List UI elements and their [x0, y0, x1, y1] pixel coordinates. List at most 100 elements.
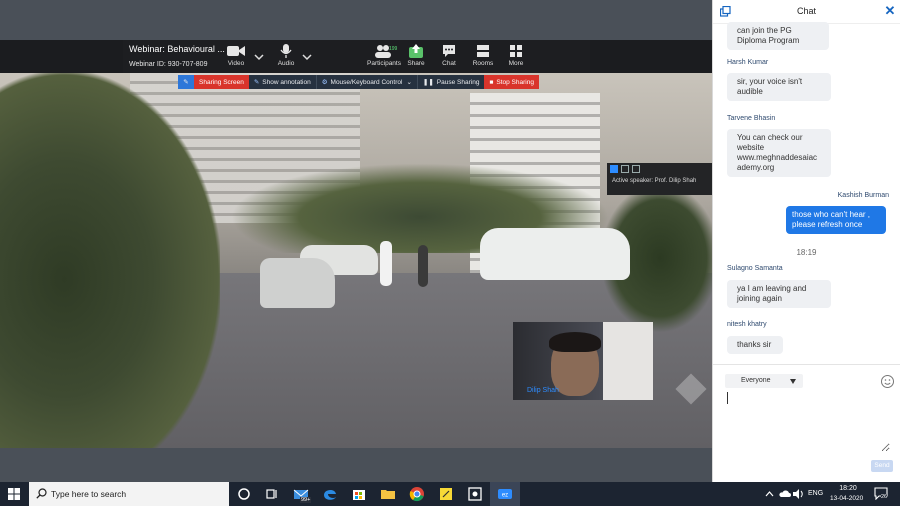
pedestrian [380, 241, 392, 286]
clock-date[interactable]: 13-04-2020 [830, 495, 863, 502]
chat-message-bubble: thanks sir [727, 336, 783, 354]
chat-message-bubble: sir, your voice isn't audible [727, 73, 831, 101]
chat-sender: Harsh Kumar [727, 59, 769, 66]
rooms-button[interactable]: Rooms [466, 44, 500, 67]
chat-message-line: please refresh once [792, 220, 863, 229]
pause-sharing-button[interactable]: ❚❚ Pause Sharing [416, 75, 485, 89]
trees-left [0, 73, 220, 448]
dropdown-arrow-icon [790, 379, 796, 384]
chat-sender: Kashish Burman [837, 192, 889, 199]
show-annotation-label: Show annotation [262, 78, 311, 86]
self-video-name: Dilip Shah [527, 387, 559, 394]
show-annotation-button[interactable]: ✎ Show annotation [249, 75, 316, 89]
chat-bubble-icon [443, 45, 455, 57]
gallery-view-icon[interactable] [632, 165, 640, 173]
close-icon[interactable]: ✕ [883, 4, 897, 18]
chevron-down-icon[interactable] [253, 51, 265, 63]
edge-browser-icon[interactable] [322, 486, 338, 502]
active-speaker-label: Active speaker: Prof. Dilip Shah [612, 178, 697, 184]
chat-message-line: ademy.org [737, 163, 775, 172]
file-explorer-icon[interactable] [380, 486, 396, 502]
send-button[interactable]: Send [871, 460, 893, 472]
speaker-view-icon[interactable] [621, 165, 629, 173]
pause-icon: ❚❚ [422, 79, 434, 86]
view-mode-icons [607, 163, 712, 175]
audio-label: Audio [277, 60, 295, 67]
zoom-app-icon[interactable]: ez [497, 486, 513, 502]
chat-message-line: sir, your voice isn't [737, 77, 803, 86]
sharing-screen-indicator[interactable]: Sharing Screen [194, 75, 249, 89]
chat-title: Chat [796, 6, 816, 16]
chevron-up-icon[interactable] [765, 490, 774, 498]
share-button[interactable]: Share [399, 44, 433, 67]
notification-count: 26 [881, 494, 888, 500]
emoji-icon[interactable] [881, 375, 894, 388]
chat-message-line: those who can't hear , [792, 210, 871, 219]
stop-icon: ■ [489, 78, 494, 86]
chat-panel: Chat ✕ can join the PG Diploma Program H… [712, 0, 900, 482]
outgoing-chat-bubble: those who can't hear , please refresh on… [786, 206, 886, 234]
screenshot-tool-icon[interactable] [467, 486, 483, 502]
audio-button[interactable]: Audio [269, 44, 303, 67]
chat-message-input[interactable] [725, 392, 890, 452]
volume-icon[interactable] [793, 489, 804, 499]
webinar-title: Webinar: Behavioural ... [129, 44, 225, 54]
divider [713, 364, 900, 365]
search-placeholder: Type here to search [51, 489, 127, 499]
store-icon[interactable] [351, 486, 367, 502]
task-view-icon[interactable] [264, 486, 280, 502]
stop-sharing-button[interactable]: ■ Stop Sharing [484, 75, 539, 89]
microphone-icon [280, 44, 292, 58]
sticky-notes-icon[interactable] [438, 486, 454, 502]
desktop-background: Webinar: Behavioural ... Webinar ID: 930… [0, 0, 712, 482]
mouse-keyboard-control-button[interactable]: ⚙ Mouse/Keyboard Control ⌄ [315, 75, 417, 89]
chat-message-line: You can check our [737, 133, 803, 142]
text-cursor [727, 392, 728, 404]
chevron-down-icon[interactable] [301, 51, 313, 63]
windows-start-icon[interactable] [8, 488, 20, 500]
control-icon: ⚙ [321, 79, 328, 86]
chat-sender: nitesh khatry [727, 321, 767, 328]
chat-message-line: www.meghnaddesaiac [737, 153, 818, 162]
participants-count: 199 [389, 46, 398, 52]
clock-time[interactable]: 18:20 [838, 485, 858, 492]
windows-taskbar: Type here to search 99+ ez ENG 18:20 13-… [0, 482, 900, 506]
recipient-select[interactable]: Everyone [725, 374, 803, 388]
video-button[interactable]: Video [219, 44, 253, 67]
chat-message-bubble: ya I am leaving and joining again [727, 280, 831, 308]
share-label: Share [407, 60, 425, 67]
chat-message-line: Diploma Program [737, 36, 800, 45]
breakout-rooms-icon [477, 45, 489, 57]
pause-sharing-label: Pause Sharing [436, 78, 480, 86]
taskbar-search-box[interactable]: Type here to search [29, 482, 229, 506]
chat-message-line: can join the PG [737, 26, 792, 35]
onedrive-cloud-icon[interactable] [779, 489, 791, 498]
svg-text:ez: ez [502, 493, 508, 499]
language-indicator[interactable]: ENG [808, 490, 823, 497]
chat-message-line: website [737, 143, 765, 152]
video-label: Video [227, 60, 245, 67]
more-button[interactable]: More [499, 44, 533, 67]
active-speaker-panel[interactable]: Active speaker: Prof. Dilip Shah [607, 163, 712, 195]
chat-sender: Tarvene Bhasin [727, 115, 776, 122]
cortana-icon[interactable] [236, 486, 252, 502]
annotation-icon: ✎ [253, 79, 260, 86]
pedestrian [418, 245, 428, 287]
car-white-suv [480, 228, 630, 280]
more-grid-icon [510, 45, 522, 57]
search-icon [36, 488, 47, 499]
minimize-view-icon[interactable] [610, 165, 618, 173]
sharing-screen-label: Sharing Screen [199, 78, 244, 86]
self-video-thumbnail[interactable]: Dilip Shah [513, 322, 653, 400]
chat-button[interactable]: Chat [432, 44, 466, 67]
chat-sender: Sulagno Samanta [727, 265, 783, 272]
mouse-keyboard-label: Mouse/Keyboard Control [330, 78, 403, 86]
pin-icon[interactable]: ✎ [178, 75, 194, 89]
rooms-label: Rooms [472, 60, 494, 67]
chrome-icon[interactable] [409, 486, 425, 502]
smiley-face-icon [884, 379, 891, 385]
share-screen-icon [409, 44, 423, 58]
chevron-down-icon: ⌄ [406, 79, 412, 86]
webinar-id: Webinar ID: 930-707-809 [129, 61, 208, 68]
chat-message-line: thanks sir [737, 340, 772, 349]
